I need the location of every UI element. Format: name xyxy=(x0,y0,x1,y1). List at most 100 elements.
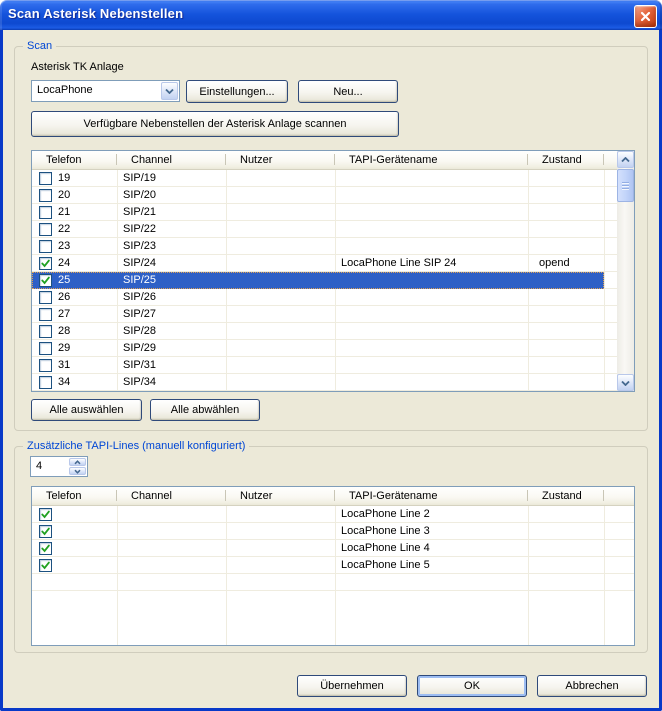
column-header-channel[interactable]: Channel xyxy=(117,151,226,169)
close-button[interactable] xyxy=(634,5,657,28)
column-header-nutzer[interactable]: Nutzer xyxy=(226,487,335,505)
table-row[interactable]: 34 SIP/34 xyxy=(32,374,617,391)
cell-text: 25 xyxy=(58,272,70,288)
column-header-zustand[interactable]: Zustand xyxy=(528,151,604,169)
chevron-down-icon xyxy=(621,380,630,386)
cell-channel: SIP/34 xyxy=(117,374,226,390)
column-header-tapi-ger-tename[interactable]: TAPI-Gerätename xyxy=(335,487,528,505)
cell-tapi xyxy=(335,221,528,237)
row-checkbox-checked[interactable] xyxy=(39,559,52,572)
table-row[interactable]: 29SIP/29 xyxy=(32,340,617,357)
scan-extensions-button[interactable]: Verfügbare Nebenstellen der Asterisk Anl… xyxy=(31,111,399,137)
vertical-scrollbar[interactable] xyxy=(617,151,634,391)
cell-tapi xyxy=(335,306,528,322)
table-row[interactable]: 26SIP/26 xyxy=(32,289,617,306)
cell-telefon: 21 xyxy=(32,204,117,220)
row-checkbox-checked[interactable] xyxy=(39,542,52,555)
cell-text: 28 xyxy=(58,323,70,339)
table-row[interactable]: 23SIP/23 xyxy=(32,238,617,255)
cell-filler xyxy=(604,574,634,590)
table-row[interactable]: 19SIP/19 xyxy=(32,170,617,187)
cell-nutzer xyxy=(226,557,335,573)
cell-text: 24 xyxy=(58,255,70,271)
row-checkbox[interactable] xyxy=(39,359,52,372)
apply-button[interactable]: Übernehmen xyxy=(297,675,407,697)
tk-anlage-combobox[interactable]: LocaPhone xyxy=(31,80,180,102)
thumb-grip-icon xyxy=(622,182,629,190)
column-header-nutzer[interactable]: Nutzer xyxy=(226,151,335,169)
column-header-telefon[interactable]: Telefon xyxy=(32,151,117,169)
row-checkbox[interactable] xyxy=(39,342,52,355)
cell-telefon: 28 xyxy=(32,323,117,339)
cell-zustand xyxy=(528,272,604,288)
row-checkbox-checked[interactable] xyxy=(39,257,52,270)
column-header-tapi-ger-tename[interactable]: TAPI-Gerätename xyxy=(335,151,528,169)
row-checkbox-checked[interactable] xyxy=(39,274,52,287)
cell-zustand xyxy=(528,221,604,237)
cell-zustand xyxy=(528,574,604,590)
cell-zustand xyxy=(528,306,604,322)
table-row[interactable]: LocaPhone Line 4 xyxy=(32,540,634,557)
ok-button[interactable]: OK xyxy=(417,675,527,697)
cell-telefon xyxy=(32,540,117,556)
row-checkbox-checked[interactable] xyxy=(39,525,52,538)
table-header-row: TelefonChannelNutzerTAPI-GerätenameZusta… xyxy=(32,487,634,506)
cell-channel: SIP/20 xyxy=(117,187,226,203)
cell-nutzer xyxy=(226,540,335,556)
cell-tapi xyxy=(335,204,528,220)
titlebar[interactable]: Scan Asterisk Nebenstellen xyxy=(0,0,662,30)
cell-telefon: 19 xyxy=(32,170,117,186)
row-checkbox[interactable] xyxy=(39,308,52,321)
cell-channel xyxy=(117,523,226,539)
row-checkbox[interactable] xyxy=(39,223,52,236)
table-row[interactable]: 22SIP/22 xyxy=(32,221,617,238)
column-header-channel[interactable]: Channel xyxy=(117,487,226,505)
scrollbar-thumb[interactable] xyxy=(617,169,634,202)
scroll-down-button[interactable] xyxy=(617,374,634,391)
table-row[interactable]: 20SIP/20 xyxy=(32,187,617,204)
row-checkbox[interactable] xyxy=(39,189,52,202)
cell-text: 23 xyxy=(58,238,70,254)
combobox-value: LocaPhone xyxy=(37,84,93,96)
tapi-lines-table: TelefonChannelNutzerTAPI-GerätenameZusta… xyxy=(31,486,635,646)
table-row[interactable]: LocaPhone Line 2 xyxy=(32,506,634,523)
select-all-button[interactable]: Alle auswählen xyxy=(31,399,142,421)
einstellungen-button[interactable]: Einstellungen... xyxy=(186,80,288,103)
column-header-zustand[interactable]: Zustand xyxy=(528,487,604,505)
table-body: 19SIP/1920SIP/2021SIP/2122SIP/2223SIP/23… xyxy=(32,170,617,391)
column-header-telefon[interactable]: Telefon xyxy=(32,487,117,505)
column-header-filler xyxy=(604,487,634,505)
row-checkbox[interactable] xyxy=(39,376,52,389)
cell-text: 34 xyxy=(58,374,70,390)
table-row[interactable]: LocaPhone Line 5 xyxy=(32,557,634,574)
table-row[interactable]: 28SIP/28 xyxy=(32,323,617,340)
row-checkbox[interactable] xyxy=(39,325,52,338)
spinner-up-button[interactable] xyxy=(69,458,86,466)
cell-zustand xyxy=(528,238,604,254)
cell-channel: SIP/19 xyxy=(117,170,226,186)
cell-zustand xyxy=(528,523,604,539)
table-row[interactable]: 27SIP/27 xyxy=(32,306,617,323)
cell-channel: SIP/27 xyxy=(117,306,226,322)
scroll-up-button[interactable] xyxy=(617,151,634,168)
row-checkbox-checked[interactable] xyxy=(39,508,52,521)
table-row[interactable]: 24SIP/24LocaPhone Line SIP 24opend xyxy=(32,255,617,272)
tapi-count-spinner[interactable]: 4 xyxy=(30,456,88,477)
cell-tapi: LocaPhone Line 3 xyxy=(335,523,528,539)
table-row[interactable]: 21SIP/21 xyxy=(32,204,617,221)
combobox-dropdown-button[interactable] xyxy=(161,82,178,100)
row-checkbox[interactable] xyxy=(39,240,52,253)
spinner-down-button[interactable] xyxy=(69,467,86,475)
row-checkbox[interactable] xyxy=(39,172,52,185)
cancel-button[interactable]: Abbrechen xyxy=(537,675,647,697)
table-row[interactable]: LocaPhone Line 3 xyxy=(32,523,634,540)
table-row[interactable]: 31SIP/31 xyxy=(32,357,617,374)
row-checkbox[interactable] xyxy=(39,206,52,219)
row-checkbox[interactable] xyxy=(39,291,52,304)
deselect-all-button[interactable]: Alle abwählen xyxy=(150,399,260,421)
table-row[interactable]: 25SIP/25 xyxy=(32,272,617,289)
empty-row xyxy=(32,574,634,591)
cell-filler xyxy=(604,289,617,305)
close-icon xyxy=(640,11,651,22)
neu-button[interactable]: Neu... xyxy=(298,80,398,103)
